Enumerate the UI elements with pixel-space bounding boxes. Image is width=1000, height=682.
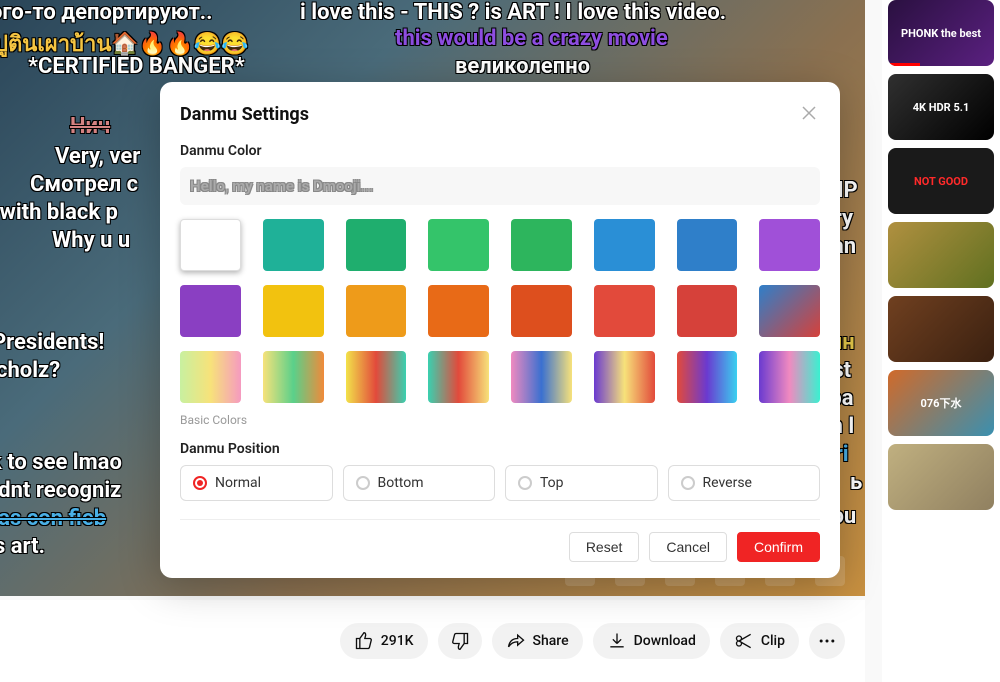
thumbnail-label: 4K HDR 5.1 <box>913 101 970 114</box>
color-swatch[interactable] <box>428 219 489 271</box>
color-swatch[interactable] <box>594 219 655 271</box>
danmu-comment: ь <box>850 470 862 495</box>
download-icon <box>607 631 627 651</box>
recommendation-thumbnail[interactable] <box>888 222 994 288</box>
position-option-reverse[interactable]: Reverse <box>668 465 821 501</box>
danmu-comment: Нич <box>70 114 110 139</box>
dislike-button[interactable] <box>438 623 482 659</box>
thumbs-up-icon <box>354 631 374 651</box>
share-icon <box>506 631 526 651</box>
cancel-button[interactable]: Cancel <box>649 532 727 562</box>
share-button[interactable]: Share <box>492 623 583 659</box>
thumbs-down-icon <box>450 631 470 651</box>
position-label: Reverse <box>703 475 752 491</box>
color-preview: Hello, my name is Dmooji... <box>180 167 820 205</box>
thumbnail-label: PHONK the best <box>901 27 981 40</box>
download-label: Download <box>634 633 696 649</box>
color-swatch[interactable] <box>346 285 407 337</box>
color-swatch[interactable] <box>346 351 407 403</box>
reset-button[interactable]: Reset <box>569 532 640 562</box>
position-label: Top <box>540 475 564 491</box>
position-label: Bottom <box>378 475 424 491</box>
video-action-bar: 291K Share Download Clip <box>0 600 865 682</box>
recommendation-thumbnail[interactable]: NOT GOOD <box>888 148 994 214</box>
danmu-comment: this would be a crazy movie <box>395 26 668 51</box>
color-swatch[interactable] <box>346 219 407 271</box>
radio-icon <box>193 476 207 490</box>
color-swatch[interactable] <box>677 285 738 337</box>
danmu-comment: Why u u <box>52 228 130 253</box>
color-swatch[interactable] <box>677 351 738 403</box>
danmu-comment: cholz? <box>0 358 60 383</box>
position-label: Normal <box>215 475 261 491</box>
color-swatch[interactable] <box>511 219 572 271</box>
recommendation-thumbnail[interactable]: 4K HDR 5.1 <box>888 74 994 140</box>
danmu-comment: Very, ver <box>55 144 140 169</box>
color-swatch[interactable] <box>180 219 241 271</box>
like-count: 291K <box>381 633 414 649</box>
close-button[interactable] <box>798 100 820 129</box>
color-swatch[interactable] <box>677 219 738 271</box>
danmu-comment: k to see lmao <box>0 450 122 475</box>
clip-label: Clip <box>761 633 785 649</box>
more-actions-button[interactable] <box>809 623 845 659</box>
scissors-icon <box>734 631 754 651</box>
position-row: Normal Bottom Top Reverse <box>180 465 820 501</box>
modal-title: Danmu Settings <box>180 104 309 125</box>
color-swatch[interactable] <box>759 351 820 403</box>
recommendation-sidebar: PHONK the best 4K HDR 5.1 NOT GOOD 076下水 <box>882 0 1000 682</box>
share-label: Share <box>533 633 569 649</box>
danmu-comment: i love this - THIS ? is ART ! I love thi… <box>300 0 726 25</box>
recommendation-thumbnail[interactable] <box>888 444 994 510</box>
radio-icon <box>518 476 532 490</box>
position-option-normal[interactable]: Normal <box>180 465 333 501</box>
color-swatch[interactable] <box>180 351 241 403</box>
color-swatch[interactable] <box>511 351 572 403</box>
clip-button[interactable]: Clip <box>720 623 799 659</box>
color-swatch-grid <box>180 219 820 403</box>
radio-icon <box>356 476 370 490</box>
position-option-bottom[interactable]: Bottom <box>343 465 496 501</box>
danmu-comment: s art. <box>0 534 45 559</box>
thumbnail-label: 076下水 <box>921 395 962 411</box>
position-section-label: Danmu Position <box>180 441 820 457</box>
download-button[interactable]: Download <box>593 623 710 659</box>
position-option-top[interactable]: Top <box>505 465 658 501</box>
thumbnail-label: NOT GOOD <box>914 175 968 188</box>
color-swatch[interactable] <box>263 285 324 337</box>
danmu-comment: великолепно <box>455 54 590 79</box>
color-swatch[interactable] <box>263 219 324 271</box>
recommendation-thumbnail[interactable]: PHONK the best <box>888 0 994 66</box>
radio-icon <box>681 476 695 490</box>
danmu-settings-modal: Danmu Settings Danmu Color Hello, my nam… <box>160 82 840 578</box>
danmu-comment: didnt recogniz <box>0 478 121 503</box>
color-swatch[interactable] <box>263 351 324 403</box>
color-swatch[interactable] <box>594 351 655 403</box>
color-swatch[interactable] <box>428 285 489 337</box>
color-section-label: Danmu Color <box>180 143 820 159</box>
like-button[interactable]: 291K <box>340 623 428 659</box>
progress-bar <box>888 63 920 66</box>
basic-colors-label: Basic Colors <box>180 413 820 427</box>
danmu-comment: ого-то депортируют.. <box>0 0 213 25</box>
more-icon <box>817 631 837 651</box>
confirm-button[interactable]: Confirm <box>737 532 820 562</box>
recommendation-thumbnail[interactable]: 076下水 <box>888 370 994 436</box>
close-icon <box>802 106 816 120</box>
danmu-comment: Presidents! <box>0 330 104 355</box>
color-swatch[interactable] <box>759 285 820 337</box>
color-swatch[interactable] <box>594 285 655 337</box>
color-swatch[interactable] <box>511 285 572 337</box>
danmu-comment: Смотрел с <box>30 172 138 197</box>
color-swatch[interactable] <box>180 285 241 337</box>
recommendation-thumbnail[interactable] <box>888 296 994 362</box>
danmu-comment: *CERTIFIED BANGER* <box>28 54 245 79</box>
danmu-comment: eñas con fieb <box>0 506 106 531</box>
color-swatch[interactable] <box>428 351 489 403</box>
color-swatch[interactable] <box>759 219 820 271</box>
danmu-comment: ne with black p <box>0 200 118 225</box>
